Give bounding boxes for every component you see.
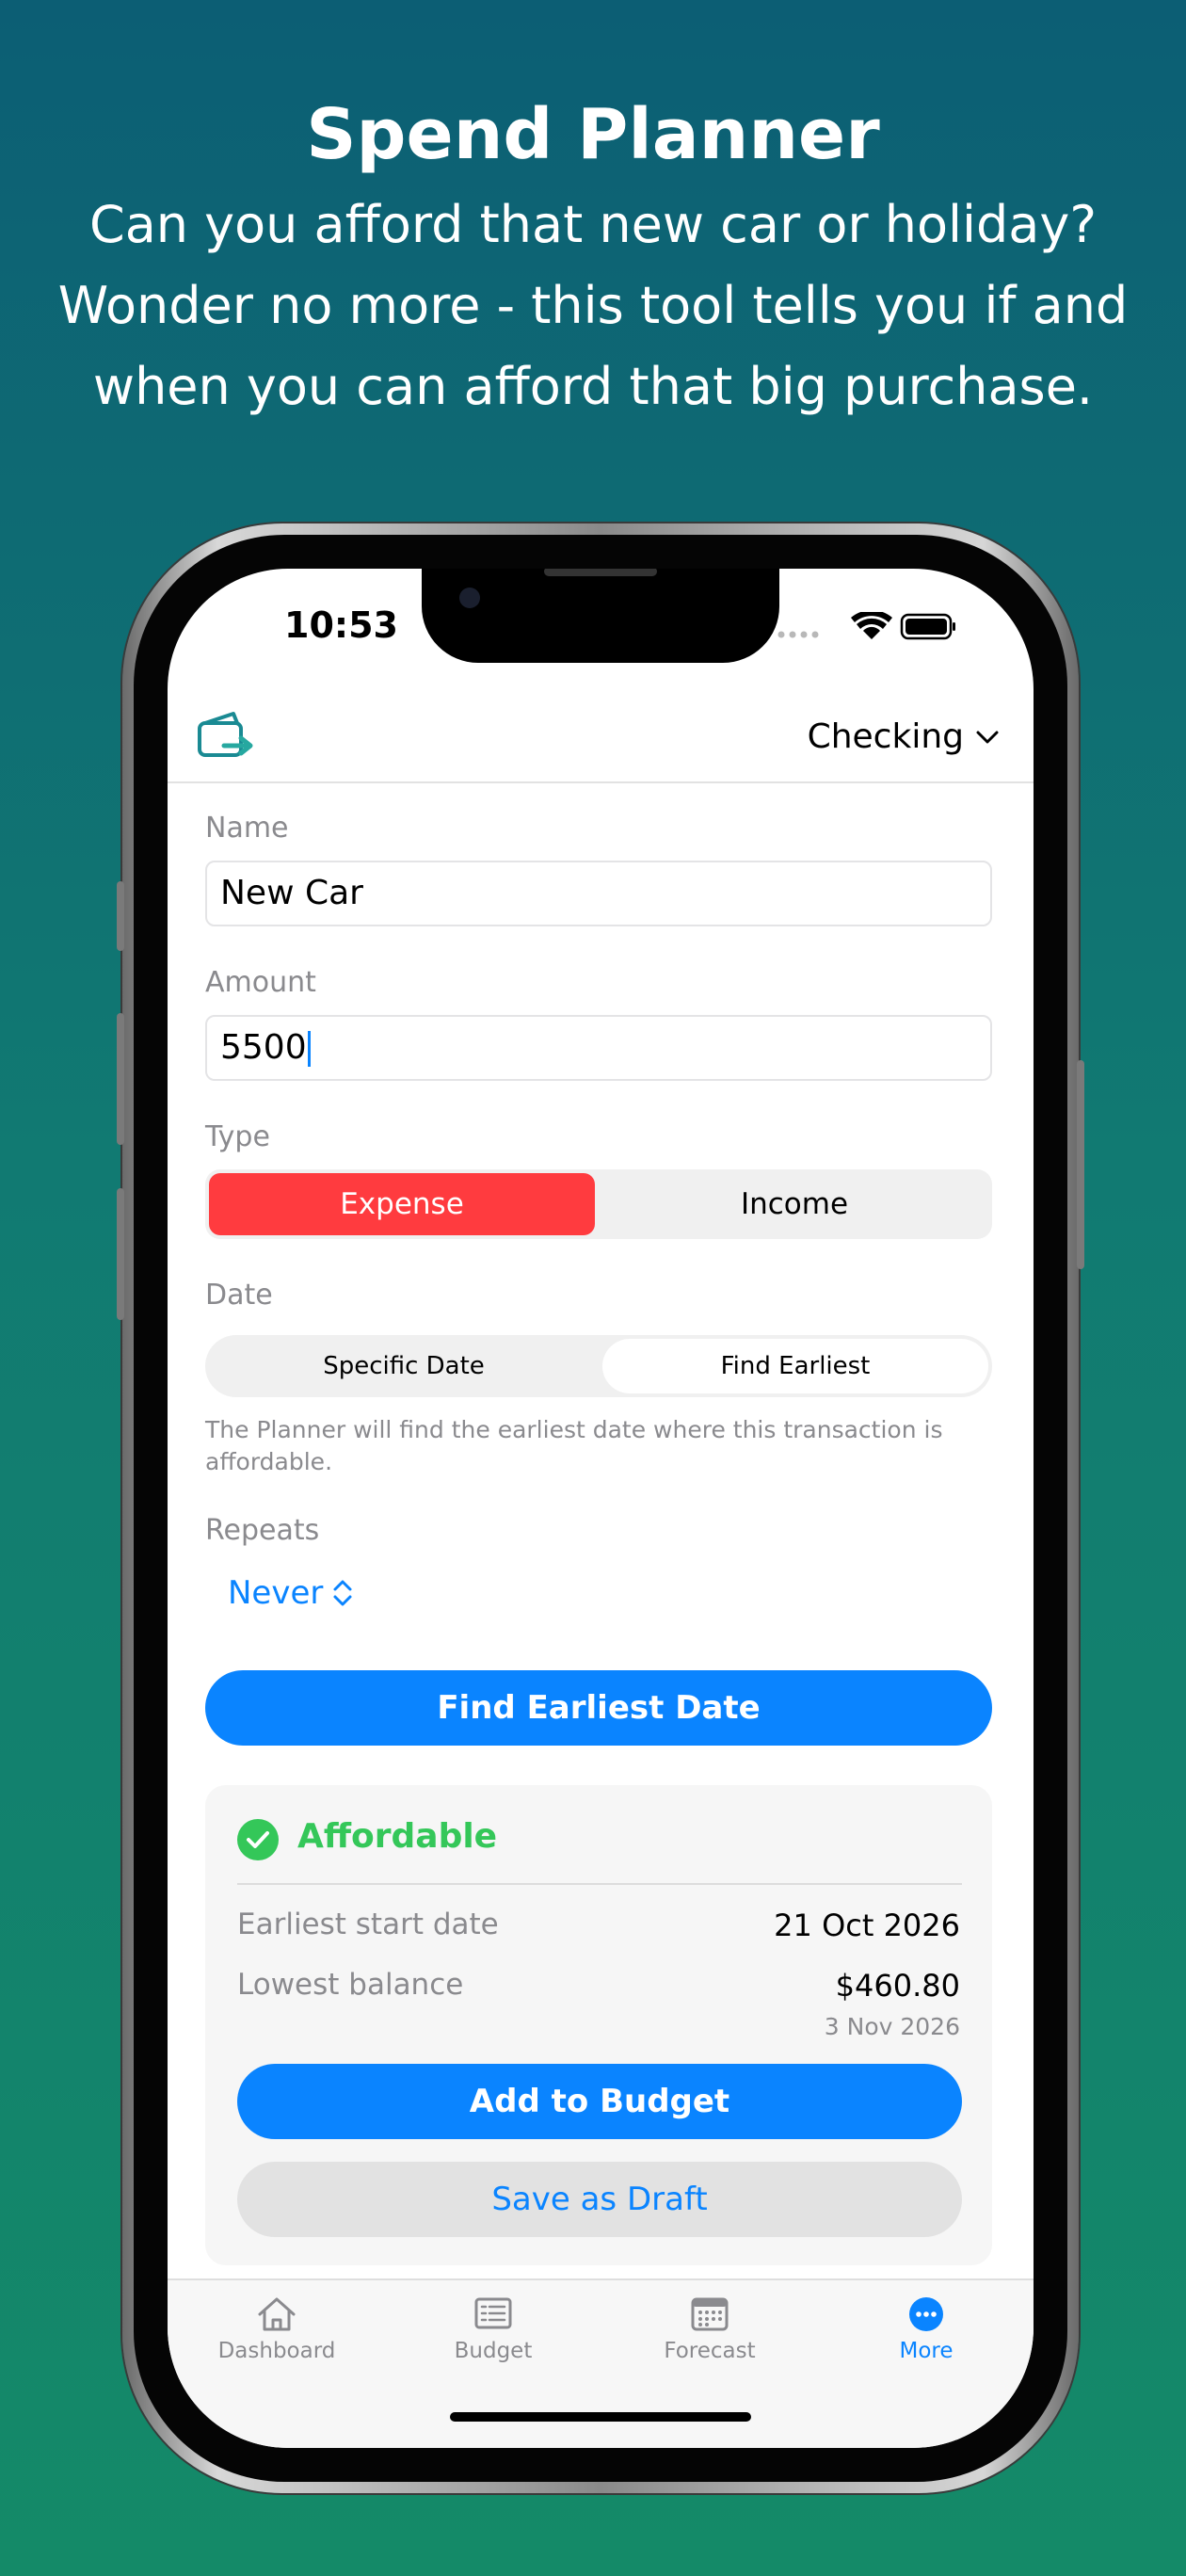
app-header: Checking xyxy=(168,700,1034,783)
more-icon xyxy=(909,2297,943,2331)
date-option-find-earliest[interactable]: Find Earliest xyxy=(602,1339,988,1393)
lowest-balance-date: 3 Nov 2026 xyxy=(824,2013,960,2040)
chevron-down-icon xyxy=(976,731,999,743)
notch-speaker xyxy=(544,569,657,576)
tab-more-label: More xyxy=(899,2339,954,2363)
repeats-picker[interactable]: Never xyxy=(228,1574,353,1612)
save-as-draft-button[interactable]: Save as Draft xyxy=(237,2162,962,2237)
date-segmented-control: Specific Date Find Earliest xyxy=(205,1335,992,1397)
front-camera xyxy=(459,588,480,608)
date-option-specific[interactable]: Specific Date xyxy=(209,1339,599,1393)
phone-screen: 10:53 Checking Name New Car Amount 5500 … xyxy=(168,569,1034,2448)
home-indicator xyxy=(450,2412,751,2422)
lowest-balance-value: $460.80 xyxy=(835,1968,960,2004)
checkmark-circle-icon xyxy=(237,1819,279,1860)
cellular-signal-icon xyxy=(777,631,819,638)
house-icon xyxy=(258,2297,296,2331)
date-label: Date xyxy=(205,1279,273,1312)
date-hint: The Planner will find the earliest date … xyxy=(205,1416,943,1475)
account-picker[interactable]: Checking xyxy=(808,717,1000,756)
tab-budget-label: Budget xyxy=(454,2339,533,2363)
affordable-status: Affordable xyxy=(297,1817,498,1856)
name-input[interactable]: New Car xyxy=(205,861,992,926)
account-picker-label: Checking xyxy=(807,717,964,756)
battery-icon xyxy=(900,613,955,640)
amount-label: Amount xyxy=(205,966,316,999)
side-button-volume-up xyxy=(117,1013,124,1145)
promo-subtitle: Can you afford that new car or holiday? … xyxy=(57,195,1129,416)
tab-forecast-label: Forecast xyxy=(664,2339,756,2363)
name-label: Name xyxy=(205,812,289,845)
tab-more[interactable]: More xyxy=(832,2295,1020,2363)
earliest-start-label: Earliest start date xyxy=(237,1908,499,1941)
wifi-icon xyxy=(851,609,892,639)
tab-bar: Dashboard Budget Forecast More xyxy=(168,2278,1034,2448)
repeats-label: Repeats xyxy=(205,1514,320,1547)
tab-dashboard-label: Dashboard xyxy=(217,2339,336,2363)
side-button-mute xyxy=(117,881,124,951)
amount-input[interactable]: 5500 xyxy=(205,1015,992,1081)
repeats-picker-value: Never xyxy=(228,1574,324,1612)
calendar-icon xyxy=(691,2297,729,2331)
lowest-balance-label: Lowest balance xyxy=(237,1968,464,2002)
result-card: Affordable Earliest start date 21 Oct 20… xyxy=(205,1785,992,2265)
tab-forecast[interactable]: Forecast xyxy=(616,2295,804,2363)
text-caret xyxy=(307,1031,311,1067)
find-earliest-date-button[interactable]: Find Earliest Date xyxy=(205,1670,992,1746)
side-button-volume-down xyxy=(117,1188,124,1320)
card-divider xyxy=(237,1883,962,1885)
status-icons xyxy=(777,609,956,640)
add-to-budget-button[interactable]: Add to Budget xyxy=(237,2064,962,2139)
tab-budget[interactable]: Budget xyxy=(399,2295,587,2363)
side-button-power xyxy=(1077,1060,1084,1269)
notch xyxy=(422,569,779,663)
type-segmented-control: Expense Income xyxy=(205,1169,992,1239)
wallet-transfer-icon[interactable] xyxy=(196,710,256,763)
status-time: 10:53 xyxy=(284,604,398,646)
type-option-expense[interactable]: Expense xyxy=(209,1173,595,1235)
type-option-income[interactable]: Income xyxy=(601,1173,988,1235)
earliest-start-value: 21 Oct 2026 xyxy=(774,1908,960,1943)
chevron-up-down-icon xyxy=(333,1580,352,1606)
promo-title: Spend Planner xyxy=(306,94,880,175)
amount-input-value: 5500 xyxy=(220,1028,307,1067)
list-icon xyxy=(474,2297,512,2329)
tab-dashboard[interactable]: Dashboard xyxy=(183,2295,371,2363)
type-label: Type xyxy=(205,1120,270,1153)
